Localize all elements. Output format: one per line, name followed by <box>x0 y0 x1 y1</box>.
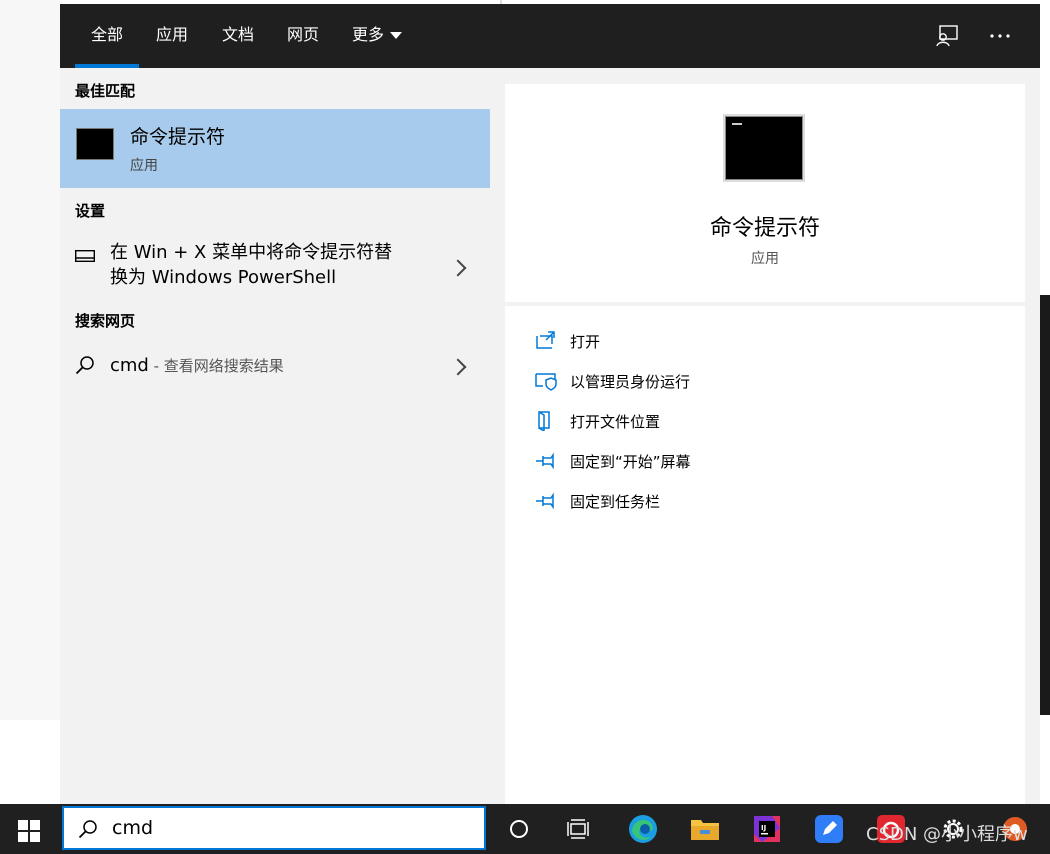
open-icon <box>536 331 555 349</box>
preview-subtitle: 应用 <box>751 251 779 267</box>
action-pin-to-start-label: 固定到“开始”屏幕 <box>570 453 691 471</box>
settings-result-line1: 在 Win + X 菜单中将命令提示符替 <box>110 242 393 263</box>
pin-icon <box>536 492 554 510</box>
chevron-down-icon <box>390 32 403 39</box>
edge-browser-icon[interactable] <box>626 812 660 846</box>
action-open-file-location[interactable]: 打开文件位置 <box>535 406 1005 436</box>
watermark-text: CSDN @小小程序w <box>866 824 1028 845</box>
preview-pane: 命令提示符 应用 打开 以管理员身份运行 打开文件位置 固定到“开始”屏幕 固定… <box>505 84 1025 804</box>
settings-result[interactable]: 在 Win + X 菜单中将命令提示符替 换为 Windows PowerShe… <box>60 238 490 298</box>
action-open-file-location-label: 打开文件位置 <box>570 413 661 431</box>
cortana-icon[interactable] <box>502 812 536 846</box>
web-search-query: cmd <box>110 355 149 376</box>
search-icon <box>78 820 97 839</box>
settings-display-icon <box>75 250 95 262</box>
command-prompt-icon <box>76 128 114 160</box>
command-prompt-large-icon <box>725 116 803 180</box>
windows-start-icon[interactable] <box>18 820 40 842</box>
tab-more[interactable]: 更多 <box>352 4 403 68</box>
shield-icon <box>535 373 557 391</box>
tab-apps[interactable]: 应用 <box>156 4 188 68</box>
best-match-subtitle: 应用 <box>130 158 158 174</box>
more-options-icon[interactable] <box>986 22 1014 50</box>
taskbar-search-input[interactable]: cmd <box>62 806 486 850</box>
file-explorer-icon[interactable] <box>688 812 722 846</box>
background-window-right <box>1040 0 1050 295</box>
preview-title: 命令提示符 <box>709 216 820 241</box>
search-input-value: cmd <box>112 817 154 839</box>
tab-web[interactable]: 网页 <box>287 4 319 68</box>
action-run-as-admin-label: 以管理员身份运行 <box>570 373 691 391</box>
preview-header: 命令提示符 应用 <box>505 84 1025 306</box>
feishu-notes-icon[interactable] <box>812 812 846 846</box>
web-search-suffix: - 查看网络搜索结果 <box>148 357 284 375</box>
file-location-icon <box>538 411 550 431</box>
action-open-label: 打开 <box>570 333 601 351</box>
intellij-idea-icon[interactable]: IJ <box>750 812 784 846</box>
action-run-as-admin[interactable]: 以管理员身份运行 <box>535 366 1005 396</box>
web-search-result[interactable]: cmd - 查看网络搜索结果 <box>60 346 490 386</box>
tab-all[interactable]: 全部 <box>74 4 140 68</box>
chevron-right-icon <box>449 259 467 277</box>
background-window-dark <box>1040 295 1050 715</box>
task-view-icon[interactable] <box>562 812 596 846</box>
start-search-panel: 全部 应用 文档 网页 更多 最佳匹配 命令提示符 应用 设置 在 Win + … <box>60 4 1040 804</box>
best-match-result[interactable]: 命令提示符 应用 <box>60 109 490 188</box>
tab-documents[interactable]: 文档 <box>222 4 254 68</box>
best-match-title: 命令提示符 <box>130 126 226 148</box>
svg-text:IJ: IJ <box>761 824 766 832</box>
action-pin-to-taskbar[interactable]: 固定到任务栏 <box>535 486 1005 516</box>
pin-icon <box>536 452 554 470</box>
tab-more-label: 更多 <box>352 25 385 44</box>
chevron-right-icon <box>449 358 467 376</box>
background-window <box>0 0 60 720</box>
taskbar: cmd IJ CSDN @小小程序w <box>0 804 1050 854</box>
settings-result-line2: 换为 Windows PowerShell <box>110 267 337 288</box>
section-web: 搜索网页 <box>75 312 136 330</box>
search-icon <box>75 356 94 375</box>
results-list: 最佳匹配 命令提示符 应用 设置 在 Win + X 菜单中将命令提示符替 换为… <box>60 68 490 804</box>
search-filter-bar: 全部 应用 文档 网页 更多 <box>60 4 1040 68</box>
action-pin-to-start[interactable]: 固定到“开始”屏幕 <box>535 446 1005 476</box>
action-pin-to-taskbar-label: 固定到任务栏 <box>570 493 661 511</box>
feedback-icon[interactable] <box>933 22 961 50</box>
action-open[interactable]: 打开 <box>535 326 1005 356</box>
section-best-match: 最佳匹配 <box>75 82 136 100</box>
section-settings: 设置 <box>75 202 106 220</box>
